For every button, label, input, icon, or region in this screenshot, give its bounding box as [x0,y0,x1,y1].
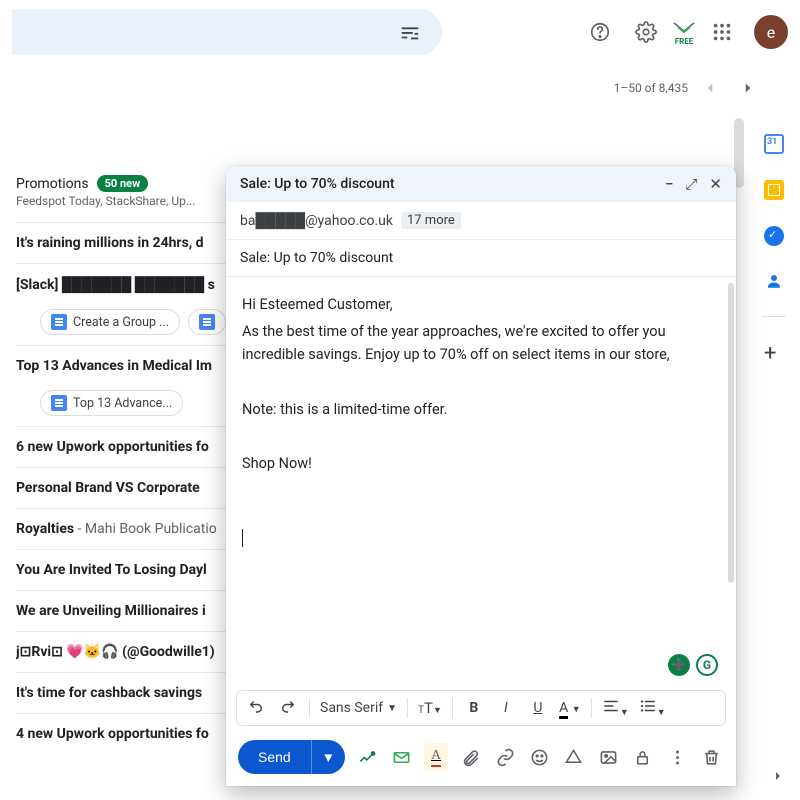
compose-body[interactable]: Hi Esteemed Customer,As the best time of… [226,277,736,684]
pagination-range: 1–50 of 8,435 [614,81,688,95]
search-bar[interactable] [12,9,442,55]
subject-field[interactable]: Sale: Up to 70% discount [226,240,736,277]
contacts-icon[interactable] [765,272,783,290]
new-count-badge: 50 new [97,175,149,192]
formatting-toolbar: Sans Serif ▼ TT▼ B I U A ▼ ▼ ▼ [236,690,726,726]
grammarly-status-icon[interactable]: G [696,654,718,676]
attachment-chip[interactable]: Create a Group ... [40,309,180,335]
calendar-icon[interactable] [764,134,784,154]
send-button-group: Send ▼ [238,740,345,774]
discard-icon[interactable] [700,743,724,771]
link-icon[interactable] [493,743,517,771]
font-selector[interactable]: Sans Serif ▼ [320,700,397,716]
signature-icon[interactable] [355,743,379,771]
align-icon[interactable]: ▼ [602,697,629,719]
side-panel: + [748,110,800,363]
more-recipients-chip[interactable]: 17 more [401,212,461,229]
recipient-chip[interactable]: ba█████@yahoo.co.uk [240,212,393,229]
fullscreen-icon[interactable]: ⤢ [685,177,697,192]
grammarly-add-icon[interactable]: ➕ [668,654,690,676]
more-options-icon[interactable] [665,743,689,771]
account-avatar[interactable]: e [754,15,788,49]
grammarly-widget[interactable]: ➕ G [668,654,718,676]
mailtrack-icon[interactable] [389,743,413,771]
text-cursor [242,529,243,547]
undo-icon[interactable] [245,697,267,719]
next-page-button[interactable] [732,72,764,104]
compose-window: Sale: Up to 70% discount − ⤢ ✕ ba█████@y… [226,166,736,786]
attachment-chip[interactable] [188,309,226,335]
attachment-chip[interactable]: Top 13 Advance... [40,390,183,416]
emoji-icon[interactable] [527,743,551,771]
bold-icon[interactable]: B [463,700,485,716]
font-size-icon[interactable]: TT▼ [418,699,442,717]
help-icon[interactable] [580,12,620,52]
attach-icon[interactable] [458,743,482,771]
prev-page-button[interactable] [694,72,726,104]
compose-titlebar[interactable]: Sale: Up to 70% discount − ⤢ ✕ [226,166,736,202]
close-icon[interactable]: ✕ [709,177,722,192]
rail-divider [762,316,786,317]
text-color-icon[interactable]: A ▼ [559,700,581,716]
body-scrollbar[interactable] [728,283,734,583]
add-addon-icon[interactable]: + [764,343,784,363]
apps-grid-icon[interactable] [702,12,742,52]
tasks-icon[interactable] [764,226,784,246]
text-style-icon[interactable]: A [424,743,448,771]
confidential-icon[interactable] [631,743,655,771]
send-button[interactable]: Send [238,740,311,774]
send-options-button[interactable]: ▼ [311,740,345,774]
side-panel-toggle[interactable] [770,768,786,788]
search-options-icon[interactable] [390,12,430,52]
drive-icon[interactable] [562,743,586,771]
list-icon[interactable]: ▼ [639,697,666,719]
keep-icon[interactable] [764,180,784,200]
compose-title: Sale: Up to 70% discount [240,176,395,192]
image-icon[interactable] [596,743,620,771]
compose-actions: Send ▼ A [226,732,736,786]
extension-free-badge[interactable]: FREE [672,19,696,46]
category-title: Promotions [16,176,89,192]
settings-icon[interactable] [626,12,666,52]
minimize-icon[interactable]: − [665,177,673,192]
recipients-field[interactable]: ba█████@yahoo.co.uk 17 more [226,202,736,240]
redo-icon[interactable] [277,697,299,719]
underline-icon[interactable]: U [527,700,549,716]
italic-icon[interactable]: I [495,700,517,716]
